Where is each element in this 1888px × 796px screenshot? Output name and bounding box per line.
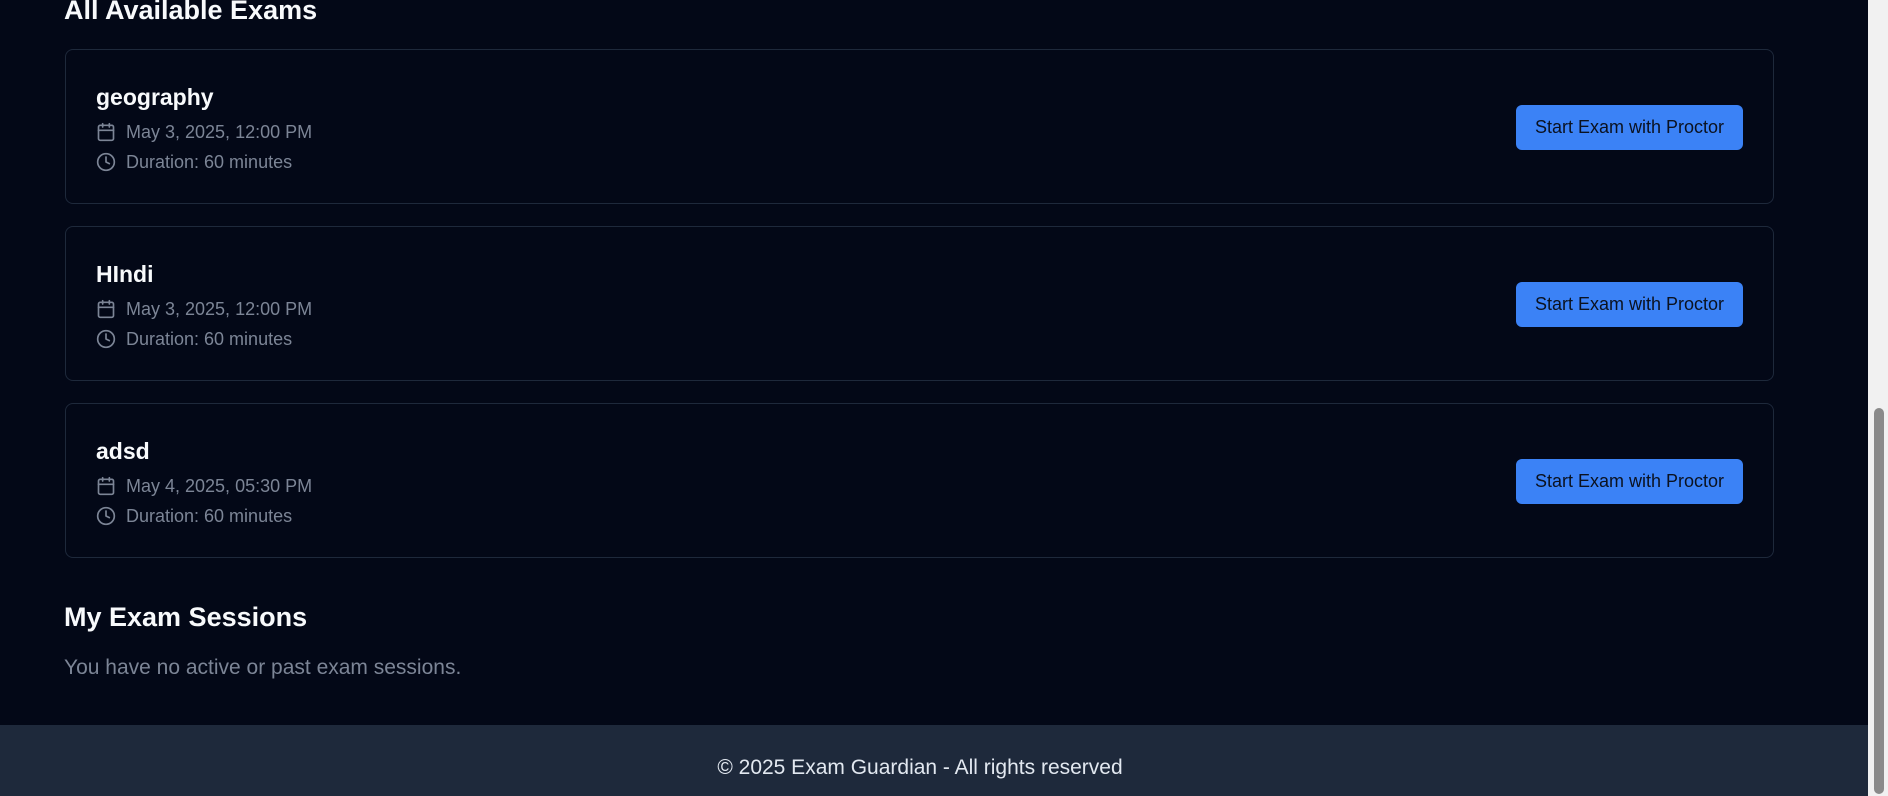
clock-icon: [96, 329, 116, 349]
start-exam-button[interactable]: Start Exam with Proctor: [1516, 459, 1743, 504]
exam-duration: Duration: 60 minutes: [126, 505, 293, 526]
exam-date-row: May 3, 2025, 12:00 PM: [96, 298, 312, 320]
exam-duration-row: Duration: 60 minutes: [96, 151, 292, 173]
exam-date: May 3, 2025, 12:00 PM: [126, 121, 313, 142]
exam-name: HIndi: [96, 261, 154, 287]
exam-duration: Duration: 60 minutes: [126, 328, 293, 349]
calendar-icon: [97, 476, 115, 496]
sessions-empty-message: You have no active or past exam sessions…: [64, 656, 462, 679]
calendar-icon: [97, 299, 115, 319]
exam-duration-row: Duration: 60 minutes: [96, 328, 292, 350]
calendar-icon: [97, 122, 115, 142]
exam-date-row: May 3, 2025, 12:00 PM: [96, 121, 312, 143]
start-exam-button[interactable]: Start Exam with Proctor: [1516, 105, 1743, 150]
scrollbar-thumb[interactable]: [1874, 408, 1884, 794]
exam-card: HIndi May 3, 2025, 12:00 PM Duration: 60…: [65, 226, 1774, 381]
clock-icon: [96, 506, 116, 526]
exam-card: adsd May 4, 2025, 05:30 PM Duration: 60 …: [65, 403, 1774, 558]
exam-date: May 4, 2025, 05:30 PM: [126, 475, 313, 496]
exam-name: geography: [96, 84, 214, 110]
exam-name: adsd: [96, 438, 150, 464]
exam-date: May 3, 2025, 12:00 PM: [126, 298, 313, 319]
exam-card: geography May 3, 2025, 12:00 PM Duration…: [65, 49, 1774, 204]
exam-date-row: May 4, 2025, 05:30 PM: [96, 475, 312, 497]
clock-icon: [96, 152, 116, 172]
exam-duration-row: Duration: 60 minutes: [96, 505, 292, 527]
start-exam-button[interactable]: Start Exam with Proctor: [1516, 282, 1743, 327]
main-content: All Available Exams geography May 3, 202…: [0, 0, 1868, 725]
footer-copyright: © 2025 Exam Guardian - All rights reserv…: [717, 756, 1123, 779]
available-exams-heading: All Available Exams: [64, 0, 318, 25]
exam-duration: Duration: 60 minutes: [126, 151, 293, 172]
exam-sessions-heading: My Exam Sessions: [64, 602, 308, 632]
